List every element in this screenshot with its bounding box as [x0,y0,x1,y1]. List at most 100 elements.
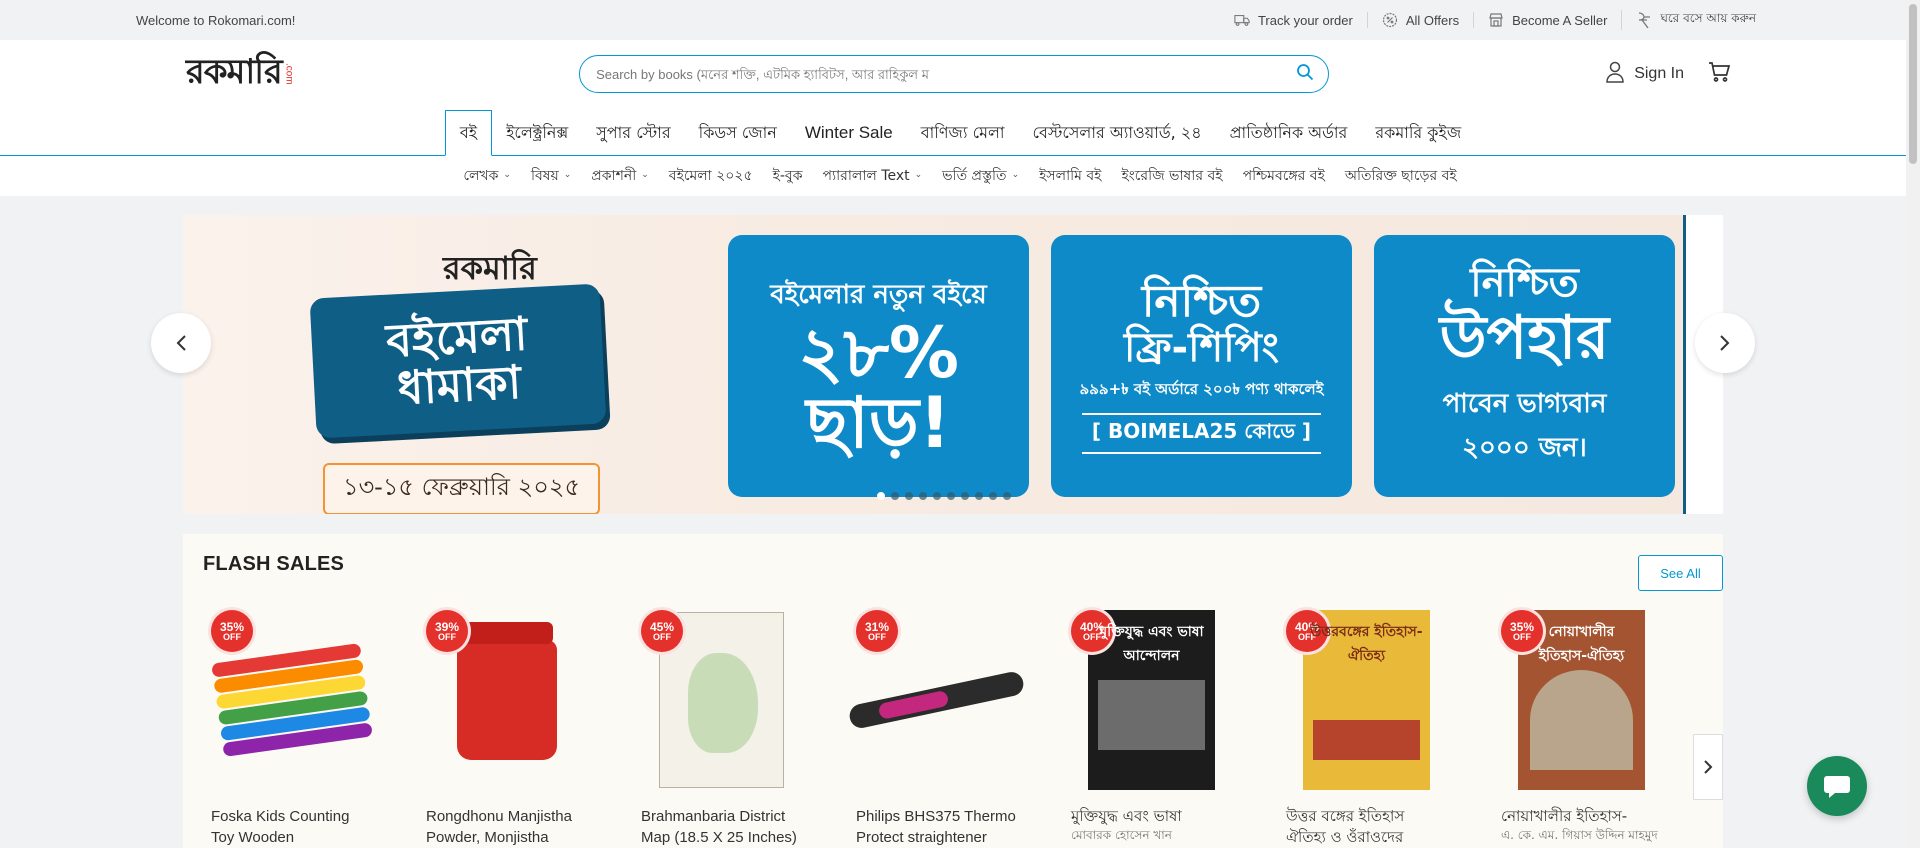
logo-text: রকমারি [186,51,283,92]
carousel-next-button[interactable] [1695,313,1755,373]
tab-super-store[interactable]: সুপার স্টোর [582,111,684,155]
see-all-button[interactable]: See All [1638,555,1723,591]
promo3-line1: নিশ্চিত [1470,260,1579,306]
carousel-dot[interactable] [919,492,927,500]
discount-badge: 39% OFF [426,610,468,652]
sign-in-label: Sign In [1634,65,1684,82]
carousel-prev-button[interactable] [151,313,211,373]
product-name: Foska Kids Counting Toy Wooden Mathemati… [211,808,350,846]
book-cover-title: মুক্তিযুদ্ধ এবং ভাষা আন্দোলন [1099,624,1204,664]
product-card[interactable]: 40% OFF উত্তরবঙ্গের ইতিহাস-ঐতিহ্য উত্তর ব… [1278,610,1455,848]
chevron-down-icon: ⌄ [1011,170,1020,180]
promo1-big: ২৮% [797,312,960,394]
carousel-dot[interactable] [891,492,899,500]
carousel-dot[interactable] [877,492,885,500]
counting-sticks-image [210,642,373,758]
product-name: Philips BHS375 Thermo Protect straighten… [856,808,1016,846]
earn-at-home-link[interactable]: ঘরে বসে আয় করুন [1621,10,1770,30]
product-image: 40% OFF মুক্তিযুদ্ধ এবং ভাষা আন্দোলন [1063,610,1240,790]
subnav-west-bengal[interactable]: পশ্চিমবঙ্গের বই [1243,164,1325,188]
tab-rokomari-quiz[interactable]: রকমারি কুইজ [1361,111,1475,155]
earn-at-home-label: ঘরে বসে আয় করুন [1660,11,1756,25]
subnav-publisher[interactable]: প্রকাশনী ⌄ [591,164,649,188]
promo2-line1: নিশ্চিত [1141,275,1262,327]
promo3-small: পাবেন ভাগ্যবান [1442,389,1607,419]
search-input[interactable] [596,66,1297,82]
promo-free-shipping-card: নিশ্চিত ফ্রি-শিপিং ৯৯৯+৳ বই অর্ডারে ২০০৳… [1051,235,1352,497]
track-order-label: Track your order [1257,12,1353,28]
tab-kids-zone[interactable]: কিডস জোন [685,111,791,155]
track-order-link[interactable]: Track your order [1220,12,1367,28]
product-card[interactable]: 45% OFF Brahmanbaria District Map (18.5 X… [633,610,810,848]
hero-carousel: রকমারি বইমেলা ধামাকা ১৩-১৫ ফেব্রুয়ারি ২… [151,215,1755,514]
book-cover-title: নোয়াখালীর ইতিহাস-ঐতিহ্য [1538,624,1625,664]
product-card[interactable]: 31% OFF Philips BHS375 Thermo Protect str… [847,610,1026,848]
site-header: রকমারি .com Sign In বই ইলেক্ট্রনিক্স সুপ… [0,40,1920,156]
all-offers-link[interactable]: All Offers [1366,12,1473,28]
tab-bestseller-award[interactable]: বেস্টসেলার অ্যাওয়ার্ড, ২৪ [1019,111,1216,155]
promo3-small2: ২০০০ জন। [1462,433,1587,463]
product-image: 39% OFF [418,610,595,790]
subnav-extra-discount[interactable]: অতিরিক্ত ছাড়ের বই [1345,164,1457,188]
chat-bubble-icon [1824,776,1850,798]
products-next-button[interactable] [1693,734,1723,800]
subnav-ebook[interactable]: ই-বুক [773,164,803,188]
carousel-dot[interactable] [1003,492,1011,500]
subnav-label: প্রকাশনী [591,168,637,184]
cart-icon[interactable] [1708,61,1731,87]
chat-button[interactable] [1807,756,1867,816]
sign-in-button[interactable]: Sign In [1606,61,1684,88]
become-seller-link[interactable]: Become A Seller [1473,12,1621,28]
subnav-boimela[interactable]: বইমেলা ২০২৫ [669,164,753,188]
truck-icon [1234,12,1250,28]
product-card[interactable]: 35% OFF নোয়াখালীর ইতিহাস-ঐতিহ্য নোয়াখাল… [1493,610,1670,848]
tab-books[interactable]: বই [444,110,493,156]
discount-badge: 45% OFF [641,610,683,652]
product-name: উত্তর বঙ্গের ইতিহাস ঐতিহ্য ও ওঁরাওদের জী… [1286,807,1405,846]
carousel-dot[interactable] [947,492,955,500]
chevron-down-icon: ⌄ [563,170,572,180]
subnav-subject[interactable]: বিষয় ⌄ [531,164,571,188]
product-image: 35% OFF নোয়াখালীর ইতিহাস-ঐতিহ্য [1493,610,1670,790]
discount-value: 35% [219,619,245,634]
search-icon[interactable] [1296,63,1314,86]
subnav-admission[interactable]: ভর্তি প্রস্তুতি ⌄ [942,164,1019,188]
search-bar [579,55,1330,93]
logo-sub: .com [283,63,295,85]
rokomari-logo[interactable]: রকমারি .com [186,51,302,97]
carousel-dot[interactable] [975,492,983,500]
tab-winter-sale[interactable]: Winter Sale [791,111,907,155]
subnav-english[interactable]: ইংরেজি ভাষার বই [1121,164,1222,188]
header-actions: Sign In [1606,61,1731,88]
page-scrollbar[interactable] [1906,0,1920,848]
carousel-dot[interactable] [961,492,969,500]
top-bar: Welcome to Rokomari.com! Track your orde… [0,0,1920,40]
product-card[interactable]: 39% OFF Rongdhonu Manjistha Powder, Monji… [418,610,595,848]
banner-headline: বইমেলা ধামাকা [309,283,607,439]
subnav-islamic[interactable]: ইসলামি বই [1039,164,1101,188]
subnav-label: ই-বুক [772,168,803,184]
subnav-parallel-text[interactable]: প্যারালাল Text ⌄ [823,164,923,188]
book-cover-title: উত্তরবঙ্গের ইতিহাস-ঐতিহ্য [1310,624,1423,664]
product-card[interactable]: 40% OFF মুক্তিযুদ্ধ এবং ভাষা আন্দোলন মুক্… [1063,610,1240,848]
carousel-dot[interactable] [905,492,913,500]
scrollbar-thumb[interactable] [1909,4,1917,164]
subnav-label: লেখক [463,168,499,184]
tab-trade-fair[interactable]: বাণিজ্য মেলা [907,111,1019,155]
carousel-dot[interactable] [989,492,997,500]
product-list: 35%OFF Foska Kids Counting Toy Wooden Ma… [203,610,1670,848]
boimela-title-block: রকমারি বইমেলা ধামাকা ১৩-১৫ ফেব্রুয়ারি ২… [309,243,613,514]
subnav-writer[interactable]: লেখক ⌄ [463,164,511,188]
tab-institutional-order[interactable]: প্রাতিষ্ঠানিক অর্ডার [1216,111,1362,155]
tab-electronics[interactable]: ইলেক্ট্রনিক্স [492,111,582,155]
carousel-dot[interactable] [933,492,941,500]
top-bar-links: Track your order All Offers Become A Sel… [1220,10,1770,30]
product-card[interactable]: 35%OFF Foska Kids Counting Toy Wooden Ma… [203,610,380,848]
hero-banner[interactable]: রকমারি বইমেলা ধামাকা ১৩-১৫ ফেব্রুয়ারি ২… [183,215,1723,514]
product-image: 40% OFF উত্তরবঙ্গের ইতিহাস-ঐতিহ্য [1278,610,1455,790]
flash-sales-section: FLASH SALES See All 35% OFF Foska Kids Co… [183,534,1723,848]
subnav-label: ভর্তি প্রস্তুতি [942,168,1007,184]
carousel-dots [877,492,1011,500]
promo2-mid: ফ্রি-শিপিং [1123,325,1280,372]
promo2-small: ৯৯৯+৳ বই অর্ডারে ২০০৳ পণ্য থাকলেই [1079,380,1324,399]
